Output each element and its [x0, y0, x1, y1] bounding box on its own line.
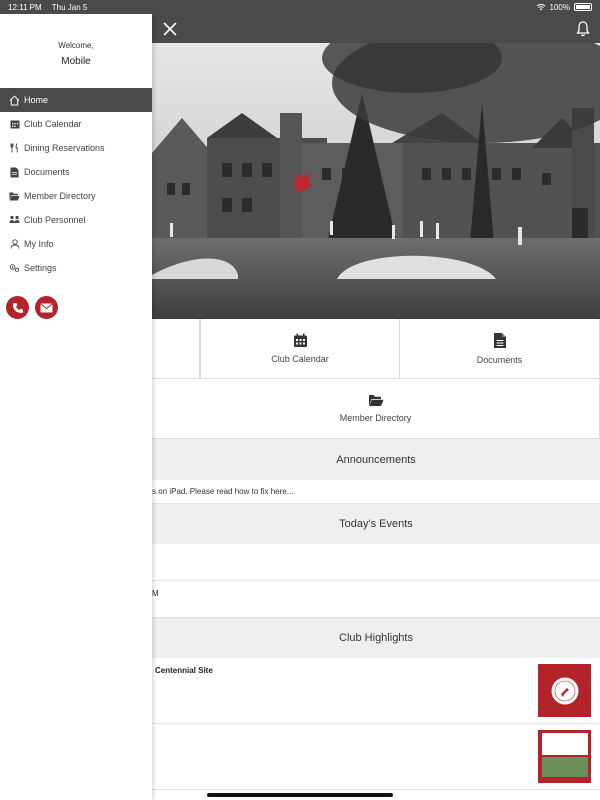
gear-icon [9, 263, 20, 274]
document-icon [9, 167, 20, 178]
notifications-button[interactable] [576, 20, 592, 37]
battery-icon [574, 3, 592, 11]
centennial-logo-icon [551, 677, 578, 704]
envelope-icon [40, 303, 53, 312]
status-bar: 12:11 PM Thu Jan 5 100% [0, 0, 600, 14]
document-icon [493, 333, 506, 348]
home-icon [9, 95, 20, 106]
top-bar [152, 14, 600, 43]
tile-label: Documents [476, 355, 523, 365]
highlight-thumbnail [538, 664, 591, 717]
contact-buttons [6, 296, 58, 319]
sidebar-item-label: Club Personnel [24, 215, 86, 225]
utensils-icon [9, 143, 20, 154]
sidebar-item-label: My Info [24, 239, 54, 249]
phone-icon [12, 302, 23, 313]
wifi-icon [536, 4, 545, 11]
todays-events-heading: Today's Events [152, 504, 600, 544]
home-indicator [207, 793, 393, 797]
sidebar-item-home[interactable]: Home [0, 88, 152, 112]
close-icon [163, 21, 177, 36]
welcome-label: Welcome, [58, 41, 94, 50]
sidebar-item-label: Dining Reservations [24, 143, 105, 153]
sidebar-item-settings[interactable]: Settings [0, 256, 152, 280]
event-item[interactable] [152, 544, 600, 581]
highlight-item[interactable]: Centennial Site [152, 658, 600, 724]
sidebar-item-label: Home [24, 95, 49, 105]
sidebar-item-documents[interactable]: Documents [0, 160, 152, 184]
people-icon [9, 215, 20, 226]
calendar-icon [9, 119, 20, 130]
tile-label: Club Calendar [271, 354, 329, 364]
announcement-item[interactable]: s on iPad. Please read how to fix here..… [152, 480, 600, 504]
folder-icon [9, 191, 20, 202]
sidebar-item-label: Member Directory [24, 191, 96, 201]
highlight-thumbnail [538, 730, 591, 783]
thumbnail-photo [541, 757, 588, 777]
side-nav: Home Club Calendar Dining Reservations D… [0, 88, 152, 280]
clubhouse-photo [152, 43, 600, 319]
club-highlights-heading: Club Highlights [152, 618, 600, 658]
quick-links: Club Calendar Documents Member Directory [152, 319, 600, 439]
side-menu: Welcome, Mobile Home Club Calendar Dinin… [0, 14, 152, 800]
clubhouse-hero-image [152, 43, 600, 319]
tile-club-calendar[interactable]: Club Calendar [200, 319, 400, 379]
announcements-heading: Announcements [152, 439, 600, 480]
announcement-text: s on iPad. Please read how to fix here..… [152, 487, 294, 496]
highlight-item[interactable] [152, 724, 600, 790]
tile-documents[interactable]: Documents [400, 319, 600, 379]
close-menu-button[interactable] [160, 19, 180, 39]
status-time: 12:11 PM [8, 2, 42, 12]
highlight-title: Centennial Site [155, 666, 213, 675]
tile-label: Member Directory [339, 413, 412, 423]
sidebar-item-club-calendar[interactable]: Club Calendar [0, 112, 152, 136]
sidebar-item-dining-reservations[interactable]: Dining Reservations [0, 136, 152, 160]
calendar-icon [293, 333, 307, 347]
event-item[interactable]: M [152, 581, 600, 618]
call-button[interactable] [6, 296, 29, 319]
sidebar-item-label: Documents [24, 167, 70, 177]
battery-percent: 100% [549, 2, 570, 12]
quick-link-blank[interactable] [152, 319, 200, 379]
sidebar-item-label: Club Calendar [24, 119, 82, 129]
thumbnail-card [541, 733, 588, 755]
user-icon [9, 239, 20, 250]
sidebar-item-member-directory[interactable]: Member Directory [0, 184, 152, 208]
folder-open-icon [368, 395, 383, 406]
tile-member-directory[interactable]: Member Directory [152, 379, 600, 439]
sidebar-item-my-info[interactable]: My Info [0, 232, 152, 256]
email-button[interactable] [35, 296, 58, 319]
event-text: M [152, 589, 159, 598]
sidebar-item-label: Settings [24, 263, 57, 273]
bell-icon [576, 20, 590, 36]
sidebar-item-club-personnel[interactable]: Club Personnel [0, 208, 152, 232]
user-name: Mobile [61, 56, 91, 67]
status-date: Thu Jan 5 [51, 2, 88, 12]
